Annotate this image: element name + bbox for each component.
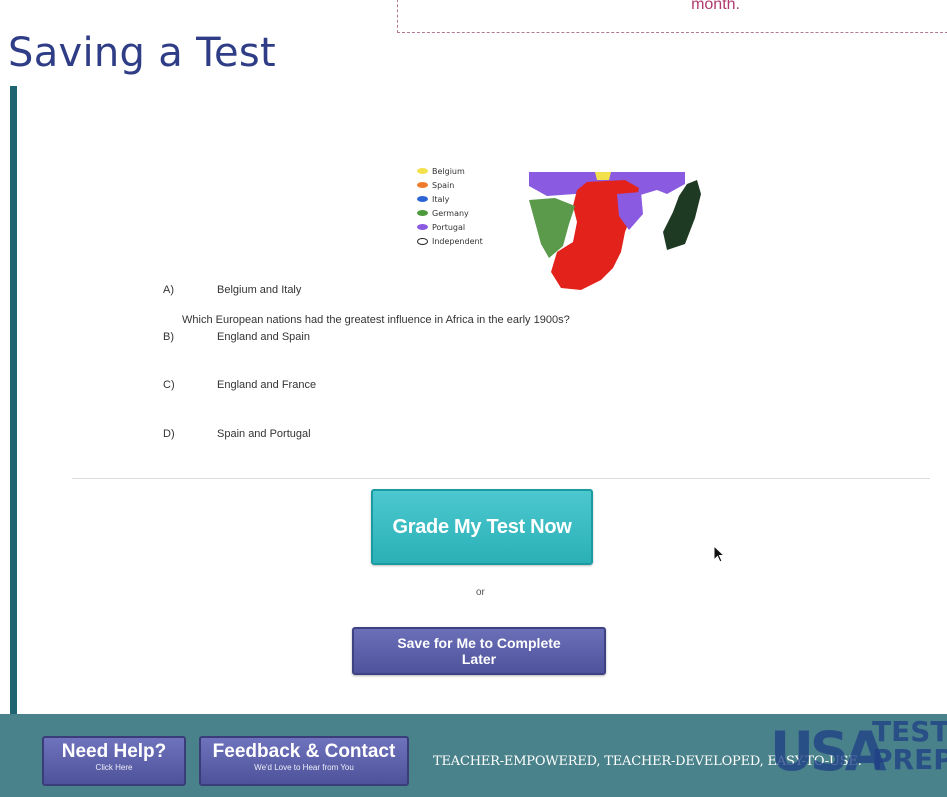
slide-title: Saving a Test: [8, 30, 277, 76]
legend-label: Germany: [432, 208, 469, 218]
need-help-sub: Click Here: [95, 763, 133, 772]
legend-label: Independent: [432, 236, 483, 246]
answer-text: England and France: [217, 379, 317, 391]
question-text: Which European nations had the greatest …: [182, 314, 570, 326]
legend-label: Belgium: [432, 166, 465, 176]
answer-option[interactable]: D) Spain and Portugal: [163, 428, 311, 440]
answer-text: Spain and Portugal: [217, 428, 311, 440]
save-for-later-button[interactable]: Save for Me to Complete Later: [352, 627, 606, 675]
answer-letter: D): [163, 428, 175, 440]
callout-text: month.: [691, 0, 740, 13]
answer-text: England and Spain: [217, 331, 310, 343]
logo-usa: USA: [770, 720, 887, 783]
legend-label: Italy: [432, 194, 450, 204]
legend-swatch: [417, 224, 428, 230]
logo-prep: PREP: [872, 743, 947, 776]
feedback-label: Feedback & Contact: [212, 741, 396, 762]
legend-label: Spain: [432, 180, 455, 190]
legend-item: Germany: [417, 206, 527, 220]
answer-option[interactable]: A) Belgium and Italy: [163, 284, 301, 296]
africa-map: [529, 172, 701, 290]
need-help-button[interactable]: Need Help? Click Here: [42, 736, 186, 786]
answer-option[interactable]: C) England and France: [163, 379, 316, 391]
map-legend: Belgium Spain Italy Germany Portugal Ind…: [417, 164, 527, 248]
answer-letter: B): [163, 331, 174, 343]
grade-test-button[interactable]: Grade My Test Now: [371, 489, 593, 565]
usatestprep-logo: USA TEST PREP: [770, 718, 947, 790]
map-region-yellow: [595, 172, 611, 180]
legend-swatch: [417, 210, 428, 216]
mouse-cursor-icon: [713, 545, 725, 563]
test-content: Belgium Spain Italy Germany Portugal Ind…: [17, 86, 947, 714]
divider: [72, 478, 930, 479]
answer-option[interactable]: B) England and Spain: [163, 331, 310, 343]
feedback-contact-button[interactable]: Feedback & Contact We'd Love to Hear fro…: [199, 736, 409, 786]
legend-swatch: [417, 168, 428, 174]
logo-test-prep: TEST PREP: [872, 718, 947, 774]
legend-item: Belgium: [417, 164, 527, 178]
or-label: or: [476, 587, 485, 598]
need-help-label: Need Help?: [61, 741, 167, 762]
feedback-sub: We'd Love to Hear from You: [254, 763, 354, 772]
legend-label: Portugal: [432, 222, 466, 232]
legend-swatch: [417, 237, 428, 245]
legend-swatch: [417, 196, 428, 202]
callout-box: month.: [397, 0, 947, 33]
legend-item: Italy: [417, 192, 527, 206]
frame-left-border: [10, 86, 17, 714]
answer-letter: A): [163, 284, 174, 296]
footer-bar: Need Help? Click Here Feedback & Contact…: [0, 714, 947, 797]
legend-item: Portugal: [417, 220, 527, 234]
answer-letter: C): [163, 379, 175, 391]
legend-item: Spain: [417, 178, 527, 192]
legend-swatch: [417, 182, 428, 188]
legend-item: Independent: [417, 234, 527, 248]
answer-text: Belgium and Italy: [217, 284, 302, 296]
